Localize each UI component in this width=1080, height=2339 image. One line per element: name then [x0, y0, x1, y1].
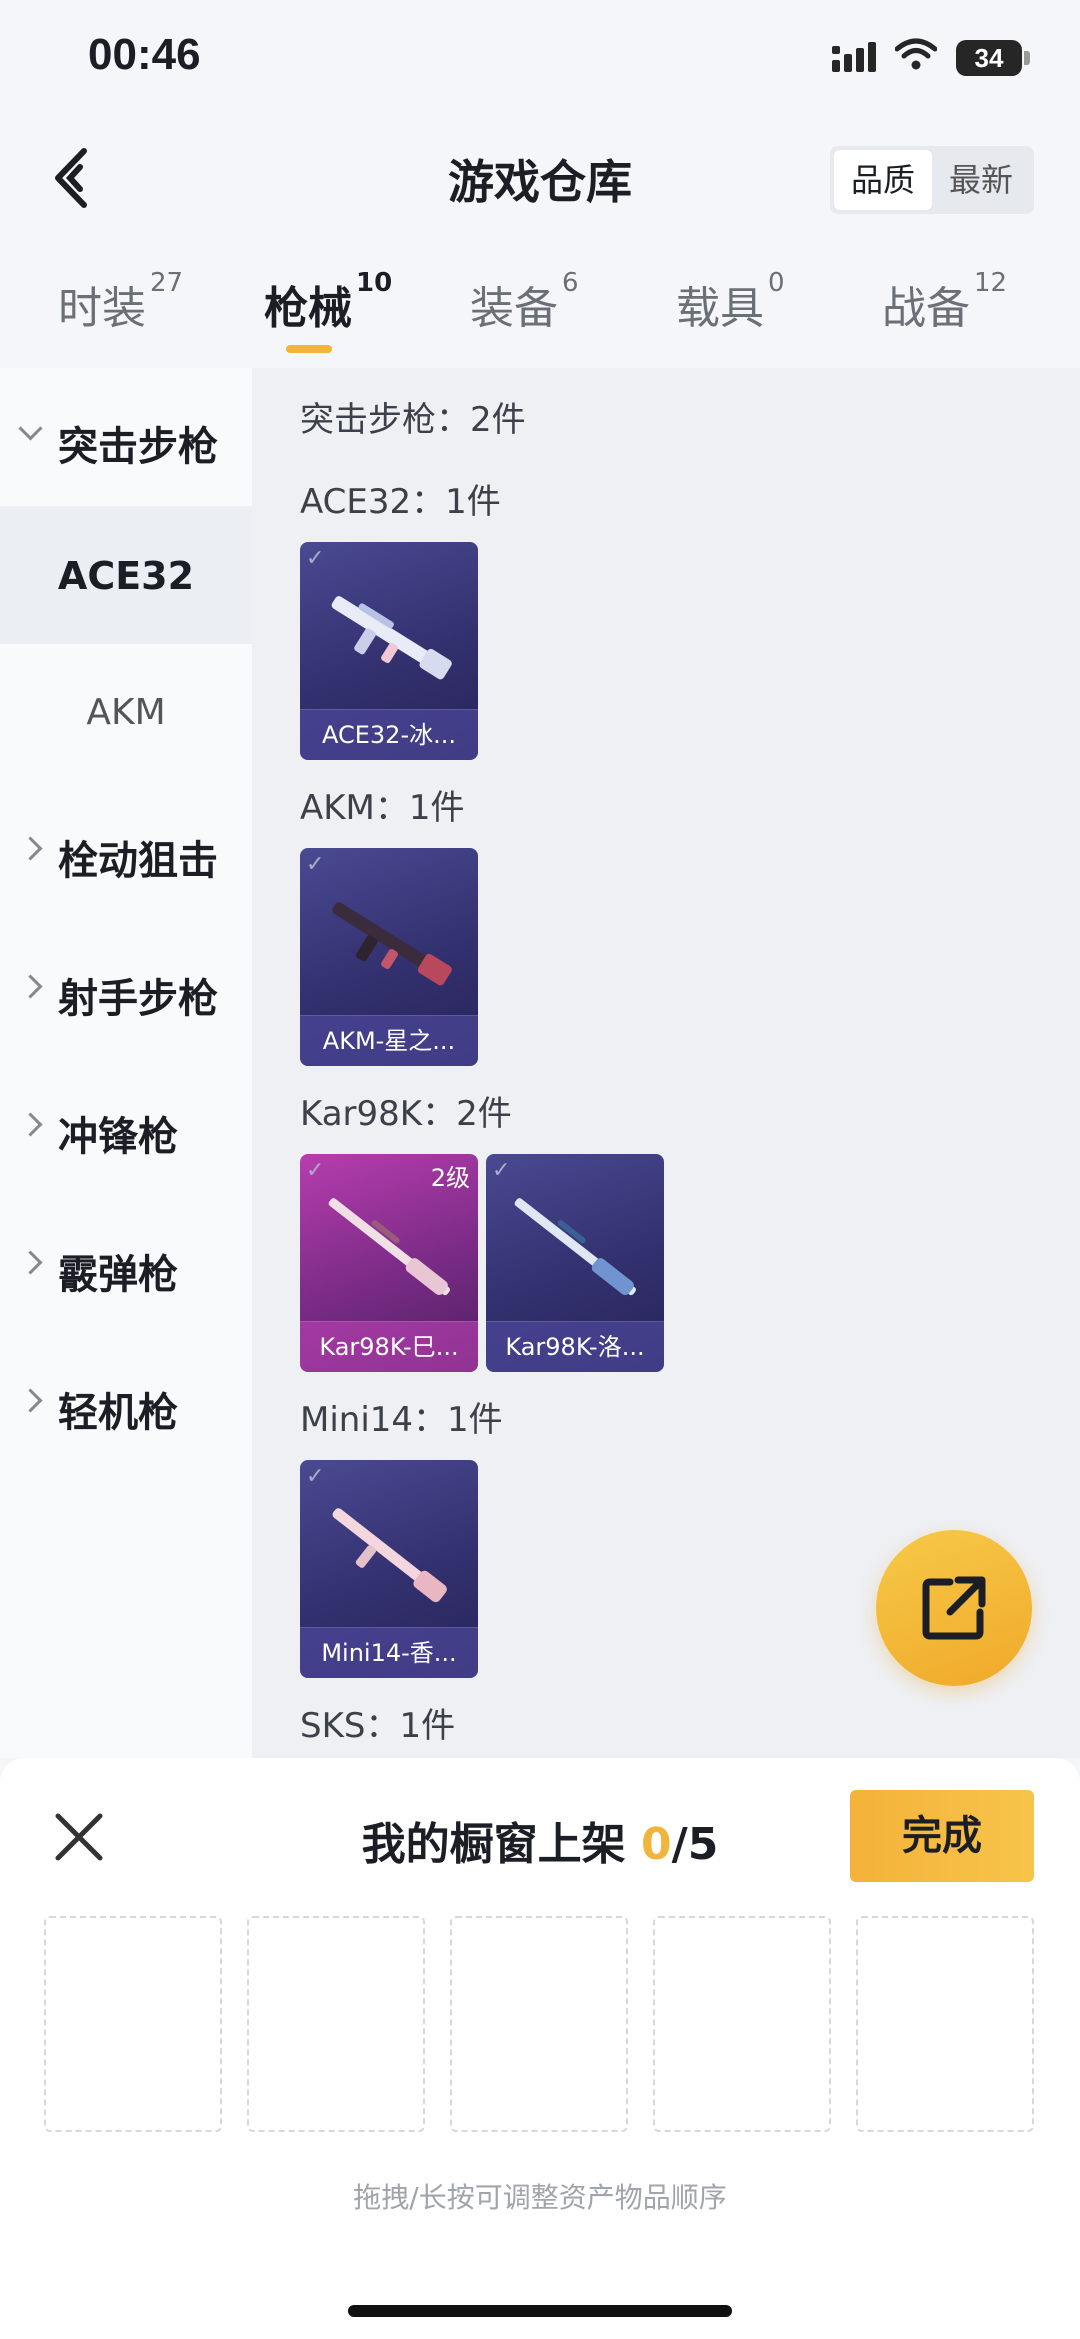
showcase-sheet: 我的橱窗上架 0/5 完成 拖拽/长按可调整资产物品顺序	[0, 1758, 1080, 2339]
sidebar-item-akm[interactable]: AKM	[0, 644, 252, 782]
sidebar-item-shotguns[interactable]: 霰弹枪	[0, 1196, 252, 1334]
sidebar-item-label: 射手步枪	[58, 976, 218, 1022]
tab-equipment[interactable]: 装备 6	[470, 268, 579, 336]
sort-toggle: 品质 最新	[830, 146, 1034, 214]
group-label: AKM：1件	[300, 788, 465, 828]
sidebar-item-label: 栓动狙击	[58, 838, 218, 884]
showcase-total: /5	[671, 1819, 719, 1870]
cellular-signal-icon	[832, 42, 876, 72]
home-indicator[interactable]	[348, 2305, 732, 2317]
skin-card[interactable]: ✓ 2级 Kar98K-巳...	[300, 1154, 478, 1372]
chevron-right-icon	[18, 1112, 43, 1137]
chevron-right-icon	[18, 1388, 43, 1413]
sidebar-item-marksman-rifles[interactable]: 射手步枪	[0, 920, 252, 1058]
skin-name: Kar98K-巳...	[300, 1321, 478, 1372]
chevron-right-icon	[18, 836, 43, 861]
sidebar-item-lmg[interactable]: 轻机枪	[0, 1334, 252, 1472]
sort-option-newest[interactable]: 最新	[932, 150, 1030, 210]
group-label: SKS：1件	[300, 1706, 456, 1746]
sidebar-item-label: ACE32	[57, 554, 195, 598]
done-button[interactable]: 完成	[850, 1790, 1034, 1882]
skin-card[interactable]: ✓ Kar98K-洛...	[486, 1154, 664, 1372]
sheet-title-text: 我的橱窗上架	[361, 1819, 626, 1870]
tab-firearms[interactable]: 枪械 10	[264, 268, 392, 336]
chevron-right-icon	[18, 974, 43, 999]
tab-count: 10	[356, 268, 393, 298]
sniper-rifle-icon	[328, 1198, 450, 1296]
tab-label: 枪械	[264, 283, 352, 334]
tab-label: 时装	[58, 283, 146, 334]
rifle-icon	[332, 902, 452, 986]
sidebar-item-label: 突击步枪	[58, 424, 218, 470]
share-button[interactable]	[876, 1530, 1032, 1686]
showcase-slot[interactable]	[450, 1916, 628, 2132]
skin-card[interactable]: ✓ AKM-星之...	[300, 848, 478, 1066]
sidebar-item-smg[interactable]: 冲锋枪	[0, 1058, 252, 1196]
sort-option-quality[interactable]: 品质	[834, 150, 932, 210]
showcase-slot[interactable]	[44, 1916, 222, 2132]
sidebar-item-label: AKM	[86, 692, 166, 733]
wifi-icon	[895, 38, 937, 70]
showcase-slot[interactable]	[653, 1916, 831, 2132]
skin-name: Kar98K-洛...	[486, 1321, 664, 1372]
tab-fashion[interactable]: 时装 27	[58, 268, 183, 336]
tab-count: 0	[768, 268, 785, 298]
section-title: 突击步枪：2件	[300, 400, 526, 440]
active-tab-indicator	[286, 345, 332, 353]
showcase-slot[interactable]	[247, 1916, 425, 2132]
reorder-hint: 拖拽/长按可调整资产物品顺序	[353, 2181, 727, 2214]
sidebar-item-assault-rifles[interactable]: 突击步枪	[0, 368, 252, 506]
check-icon[interactable]: ✓	[306, 852, 324, 877]
tab-count: 12	[974, 268, 1008, 298]
tab-label: 装备	[470, 283, 558, 334]
battery-cap	[1024, 51, 1030, 65]
check-icon[interactable]: ✓	[492, 1158, 510, 1183]
showcase-count: 0	[641, 1819, 672, 1870]
external-link-icon	[922, 1576, 986, 1640]
skin-name: ACE32-冰...	[300, 709, 478, 760]
chevron-right-icon	[18, 1250, 43, 1275]
sidebar-item-label: 轻机枪	[58, 1390, 178, 1436]
sidebar-item-ace32[interactable]: ACE32	[0, 506, 252, 644]
tab-supplies[interactable]: 战备 12	[882, 268, 1007, 336]
skin-card[interactable]: ✓ Mini14-香...	[300, 1460, 478, 1678]
group-label: Kar98K：2件	[300, 1094, 512, 1134]
status-bar: 00:46 34	[0, 0, 1080, 120]
check-icon[interactable]: ✓	[306, 1464, 324, 1489]
category-sidebar: 突击步枪 ACE32 AKM 栓动狙击 射手步枪 冲锋枪 霰弹枪 轻机枪	[0, 368, 252, 1758]
rifle-icon	[332, 1508, 447, 1603]
group-label: Mini14：1件	[300, 1400, 503, 1440]
check-icon[interactable]: ✓	[306, 1158, 324, 1183]
sidebar-item-label: 冲锋枪	[58, 1114, 178, 1160]
skin-name: AKM-星之...	[300, 1015, 478, 1066]
skin-name: Mini14-香...	[300, 1627, 478, 1678]
status-time: 00:46	[88, 30, 201, 79]
check-icon[interactable]: ✓	[306, 546, 324, 571]
showcase-slot[interactable]	[856, 1916, 1034, 2132]
sniper-rifle-icon	[514, 1198, 636, 1296]
tab-label: 载具	[676, 283, 764, 334]
group-label: ACE32：1件	[300, 482, 501, 522]
tab-count: 6	[562, 268, 579, 298]
sidebar-item-bolt-sniper[interactable]: 栓动狙击	[0, 782, 252, 920]
tab-count: 27	[150, 268, 184, 298]
tab-label: 战备	[882, 283, 970, 334]
rifle-icon	[331, 596, 452, 680]
skin-card[interactable]: ✓ ACE32-冰...	[300, 542, 478, 760]
tab-vehicles[interactable]: 载具 0	[676, 268, 785, 336]
sidebar-item-label: 霰弹枪	[58, 1252, 178, 1298]
battery-indicator: 34	[956, 40, 1022, 76]
chevron-down-icon	[18, 416, 43, 441]
